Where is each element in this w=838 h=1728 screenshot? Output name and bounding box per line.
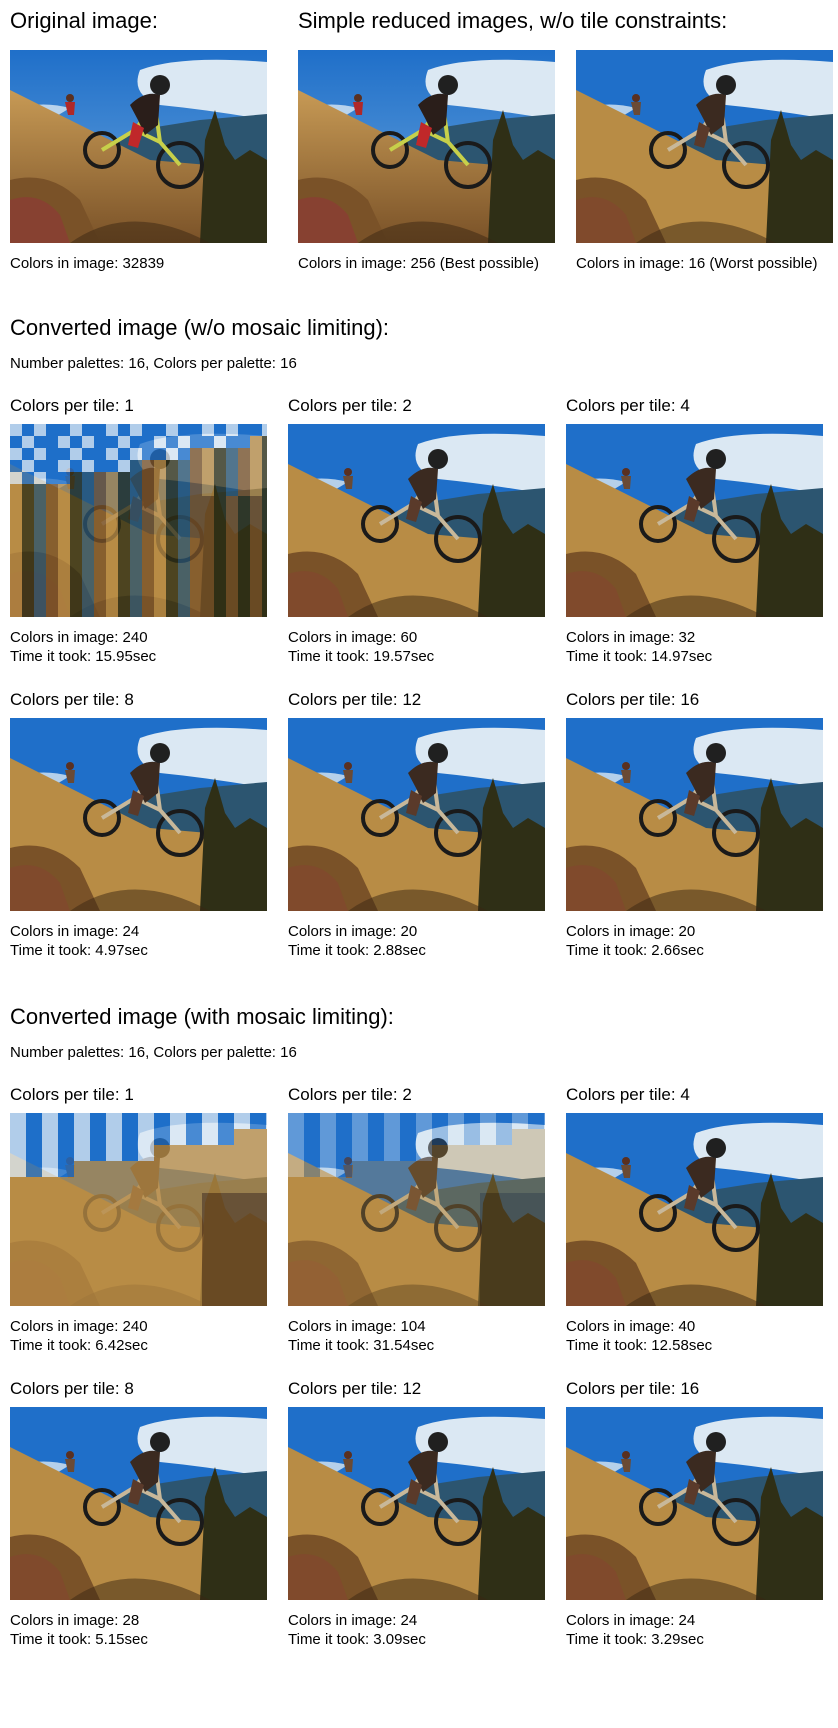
converted-image bbox=[566, 718, 823, 911]
converted-image bbox=[566, 424, 823, 617]
tile-title: Colors per tile: 4 bbox=[566, 1085, 690, 1104]
converted-image bbox=[288, 718, 545, 911]
time-taken: Time it took: 2.88sec bbox=[288, 942, 426, 959]
time-taken: Time it took: 19.57sec bbox=[288, 648, 435, 665]
time-taken: Time it took: 6.42sec bbox=[10, 1337, 148, 1354]
tile-caption: Colors in image: 40 Time it took: 12.58se… bbox=[566, 1317, 712, 1355]
tile-caption: Colors in image: 24 Time it took: 4.97sec bbox=[10, 922, 148, 960]
reduced-256-caption: Colors in image: 256 (Best possible) bbox=[298, 255, 539, 272]
time-taken: Time it took: 12.58sec bbox=[566, 1337, 713, 1354]
tile-title: Colors per tile: 4 bbox=[566, 396, 690, 415]
converted-image bbox=[288, 1113, 545, 1306]
tile-caption: Colors in image: 20 Time it took: 2.88sec bbox=[288, 922, 426, 960]
colors-count: Colors in image: 104 bbox=[288, 1318, 426, 1335]
tile-title: Colors per tile: 12 bbox=[288, 690, 422, 709]
section-with-heading: Converted image (with mosaic limiting): bbox=[10, 1004, 394, 1029]
time-taken: Time it took: 5.15sec bbox=[10, 1631, 148, 1648]
section-without-subheading: Number palettes: 16, Colors per palette:… bbox=[10, 355, 297, 372]
time-taken: Time it took: 3.09sec bbox=[288, 1631, 426, 1648]
colors-count: Colors in image: 20 bbox=[566, 923, 696, 940]
time-taken: Time it took: 14.97sec bbox=[566, 648, 713, 665]
converted-image bbox=[10, 424, 267, 617]
colors-count: Colors in image: 240 bbox=[10, 629, 148, 646]
colors-count: Colors in image: 240 bbox=[10, 1318, 148, 1335]
converted-image bbox=[10, 718, 267, 911]
colors-count: Colors in image: 28 bbox=[10, 1612, 140, 1629]
tile-caption: Colors in image: 104 Time it took: 31.54s… bbox=[288, 1317, 434, 1355]
tile-caption: Colors in image: 240 Time it took: 6.42se… bbox=[10, 1317, 148, 1355]
section-with-subheading: Number palettes: 16, Colors per palette:… bbox=[10, 1044, 297, 1061]
tile-title: Colors per tile: 1 bbox=[10, 396, 134, 415]
tile-title: Colors per tile: 2 bbox=[288, 1085, 412, 1104]
tile-caption: Colors in image: 32 Time it took: 14.97se… bbox=[566, 628, 712, 666]
colors-count: Colors in image: 24 bbox=[10, 923, 140, 940]
tile-caption: Colors in image: 60 Time it took: 19.57se… bbox=[288, 628, 434, 666]
original-caption: Colors in image: 32839 bbox=[10, 255, 165, 272]
tile-caption: Colors in image: 20 Time it took: 2.66sec bbox=[566, 922, 704, 960]
converted-image bbox=[566, 1407, 823, 1600]
colors-count: Colors in image: 24 bbox=[566, 1612, 696, 1629]
time-taken: Time it took: 15.95sec bbox=[10, 648, 157, 665]
reduced-16-caption: Colors in image: 16 (Worst possible) bbox=[576, 255, 818, 272]
tile-title: Colors per tile: 16 bbox=[566, 690, 700, 709]
converted-image bbox=[288, 424, 545, 617]
time-taken: Time it took: 31.54sec bbox=[288, 1337, 435, 1354]
tile-caption: Colors in image: 24 Time it took: 3.29sec bbox=[566, 1611, 704, 1649]
tile-title: Colors per tile: 8 bbox=[10, 690, 134, 709]
tile-caption: Colors in image: 28 Time it took: 5.15sec bbox=[10, 1611, 148, 1649]
reduced-256-image bbox=[298, 50, 555, 243]
time-taken: Time it took: 3.29sec bbox=[566, 1631, 704, 1648]
tile-title: Colors per tile: 2 bbox=[288, 396, 412, 415]
colors-count: Colors in image: 40 bbox=[566, 1318, 696, 1335]
converted-image bbox=[10, 1113, 267, 1306]
time-taken: Time it took: 4.97sec bbox=[10, 942, 148, 959]
tile-title: Colors per tile: 12 bbox=[288, 1379, 422, 1398]
tile-caption: Colors in image: 240 Time it took: 15.95s… bbox=[10, 628, 156, 666]
converted-image bbox=[10, 1407, 267, 1600]
original-image bbox=[10, 50, 267, 243]
time-taken: Time it took: 2.66sec bbox=[566, 942, 704, 959]
reduced-16-image bbox=[576, 50, 833, 243]
converted-image bbox=[288, 1407, 545, 1600]
colors-count: Colors in image: 32 bbox=[566, 629, 696, 646]
colors-count: Colors in image: 60 bbox=[288, 629, 418, 646]
colors-count: Colors in image: 20 bbox=[288, 923, 418, 940]
tile-caption: Colors in image: 24 Time it took: 3.09sec bbox=[288, 1611, 426, 1649]
original-heading: Original image: bbox=[10, 8, 158, 33]
reduced-heading: Simple reduced images, w/o tile constrai… bbox=[298, 8, 728, 33]
tile-title: Colors per tile: 8 bbox=[10, 1379, 134, 1398]
tile-title: Colors per tile: 1 bbox=[10, 1085, 134, 1104]
colors-count: Colors in image: 24 bbox=[288, 1612, 418, 1629]
tile-title: Colors per tile: 16 bbox=[566, 1379, 700, 1398]
section-without-heading: Converted image (w/o mosaic limiting): bbox=[10, 315, 390, 340]
converted-image bbox=[566, 1113, 823, 1306]
